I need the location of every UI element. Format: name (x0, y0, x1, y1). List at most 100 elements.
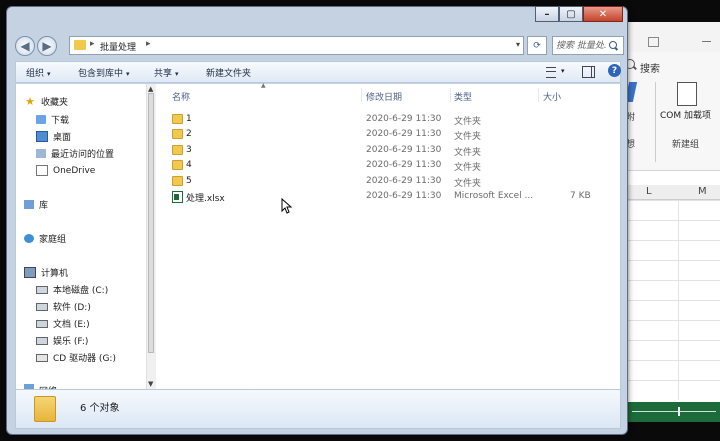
view-options-icon[interactable] (546, 67, 556, 78)
column-header-size[interactable]: 大小 (543, 90, 561, 103)
nav-drive-d[interactable]: 软件 (D:) (36, 300, 91, 313)
hard-drive-icon (36, 285, 48, 294)
file-name: 5 (186, 176, 192, 186)
ribbon-separator (655, 82, 656, 162)
sort-arrow-icon: ▲ (261, 82, 266, 89)
file-name: 处理.xlsx (186, 194, 225, 204)
forward-button[interactable]: ▶ (37, 36, 57, 56)
file-row-1[interactable]: 1 2020-6-29 11:30 文件夹 (170, 112, 610, 127)
nav-homegroup[interactable]: 家庭组 (24, 232, 66, 245)
organize-label: 组织 (26, 69, 45, 79)
file-name: 2 (186, 129, 192, 139)
organize-button[interactable]: 组织 ▾ (26, 66, 51, 79)
preview-pane-icon[interactable] (582, 66, 595, 78)
file-type: 文件夹 (454, 163, 482, 173)
navigation-pane: ★ 收藏夹 下载 桌面 最近访问的位置 OneDrive 库 家庭组 计算机 本地… (16, 84, 141, 389)
restore-icon[interactable] (648, 37, 659, 47)
zoom-slider-track[interactable] (632, 411, 716, 412)
include-in-library-button[interactable]: 包含到库中 ▾ (78, 66, 130, 79)
file-date: 2020-6-29 11:30 (366, 160, 442, 170)
star-icon: ★ (25, 94, 35, 108)
file-date: 2020-6-29 11:30 (366, 129, 442, 139)
nav-favorites[interactable]: ★ 收藏夹 (24, 95, 68, 108)
column-header-modified[interactable]: 修改日期 (366, 90, 402, 103)
scroll-down-icon[interactable]: ▼ (148, 380, 153, 388)
nav-drive-f[interactable]: 娱乐 (F:) (36, 334, 88, 347)
nav-label: OneDrive (53, 165, 96, 176)
nav-label: 库 (39, 201, 49, 211)
column-divider[interactable] (450, 88, 451, 102)
address-history-dropdown[interactable]: ▾ (516, 40, 520, 49)
excel-window: 搜索 附 想 COM 加载项 新建组 L M (622, 22, 720, 422)
breadcrumb-current[interactable]: 批量处理 (100, 40, 136, 53)
file-name: 3 (186, 145, 192, 155)
share-button[interactable]: 共享 ▾ (154, 66, 179, 79)
nav-label: 收藏夹 (41, 98, 69, 108)
breadcrumb-separator[interactable]: ▸ (90, 39, 95, 49)
column-divider[interactable] (538, 88, 539, 102)
window-controls: – ▢ ✕ (535, 6, 623, 23)
recent-places-icon (36, 149, 46, 158)
view-chevron-icon[interactable]: ▾ (561, 67, 565, 75)
folder-icon (74, 40, 86, 50)
file-date: 2020-6-29 11:30 (366, 114, 442, 124)
nav-libraries[interactable]: 库 (24, 198, 48, 211)
file-type: 文件夹 (454, 117, 482, 127)
nav-downloads[interactable]: 下载 (36, 113, 69, 126)
nav-label: 桌面 (53, 133, 72, 143)
file-row-5[interactable]: 5 2020-6-29 11:30 文件夹 (170, 174, 610, 189)
scrollbar-thumb[interactable] (148, 93, 154, 353)
zoom-slider-knob[interactable] (678, 407, 680, 416)
com-addin-icon[interactable] (677, 82, 697, 106)
address-bar[interactable]: ▸ 批量处理 ▸ ▾ (69, 36, 524, 55)
help-icon[interactable]: ? (608, 64, 621, 77)
mouse-pointer-icon (281, 198, 293, 214)
nav-label: 最近访问的位置 (51, 150, 115, 160)
nav-drive-e[interactable]: 文档 (E:) (36, 317, 90, 330)
nav-drive-c[interactable]: 本地磁盘 (C:) (36, 283, 108, 296)
excel-search[interactable]: 搜索 (625, 59, 660, 75)
back-arrow-icon: ◀ (20, 39, 30, 53)
nav-computer[interactable]: 计算机 (24, 266, 68, 279)
chevron-down-icon: ▾ (175, 70, 179, 78)
refresh-icon: ⟳ (533, 40, 541, 51)
excel-ribbon: 搜索 附 想 COM 加载项 新建组 (622, 52, 720, 171)
minimize-button[interactable]: – (535, 6, 559, 22)
column-header-l[interactable]: L (646, 186, 652, 197)
scroll-up-icon[interactable]: ▲ (148, 85, 153, 93)
refresh-button[interactable]: ⟳ (527, 36, 547, 55)
explorer-window: – ▢ ✕ ◀ ▶ ▸ 批量处理 ▸ ▾ ⟳ 组织▾ 包含到库中▾ 共享▾ 新建… (6, 6, 628, 435)
minimize-icon[interactable] (702, 41, 711, 42)
search-box[interactable] (552, 36, 624, 55)
column-header-type[interactable]: 类型 (454, 90, 472, 103)
excel-title-bar (622, 22, 720, 52)
excel-grid[interactable] (622, 200, 720, 400)
com-addin-button[interactable]: COM 加载项 (660, 108, 711, 121)
column-divider[interactable] (361, 88, 362, 102)
chevron-down-icon: ▾ (126, 70, 130, 78)
column-header-m[interactable]: M (698, 186, 707, 197)
new-folder-button[interactable]: 新建文件夹 (206, 66, 251, 79)
file-row-6[interactable]: 处理.xlsx 2020-6-29 11:30 Microsoft Excel ..… (170, 189, 610, 204)
nav-onedrive[interactable]: OneDrive (36, 164, 95, 177)
desktop-icon (36, 131, 48, 142)
excel-file-icon (172, 191, 183, 203)
column-header-name[interactable]: 名称 (172, 90, 190, 103)
nav-recent[interactable]: 最近访问的位置 (36, 147, 114, 160)
file-row-2[interactable]: 2 2020-6-29 11:30 文件夹 (170, 127, 610, 142)
file-type: 文件夹 (454, 132, 482, 142)
hard-drive-icon (36, 319, 48, 328)
nav-scrollbar[interactable]: ▲ ▼ (146, 84, 156, 389)
nav-drive-g[interactable]: CD 驱动器 (G:) (36, 351, 116, 364)
breadcrumb-separator[interactable]: ▸ (146, 39, 151, 49)
search-input[interactable] (556, 39, 606, 52)
back-button[interactable]: ◀ (15, 36, 35, 56)
search-icon[interactable] (609, 41, 617, 49)
maximize-button[interactable]: ▢ (559, 6, 583, 22)
close-button[interactable]: ✕ (583, 6, 623, 22)
file-row-4[interactable]: 4 2020-6-29 11:30 文件夹 (170, 158, 610, 173)
file-row-3[interactable]: 3 2020-6-29 11:30 文件夹 (170, 143, 610, 158)
nav-desktop[interactable]: 桌面 (36, 130, 71, 143)
details-pane: 6 个对象 (15, 389, 621, 429)
file-type: Microsoft Excel ... (454, 191, 534, 201)
